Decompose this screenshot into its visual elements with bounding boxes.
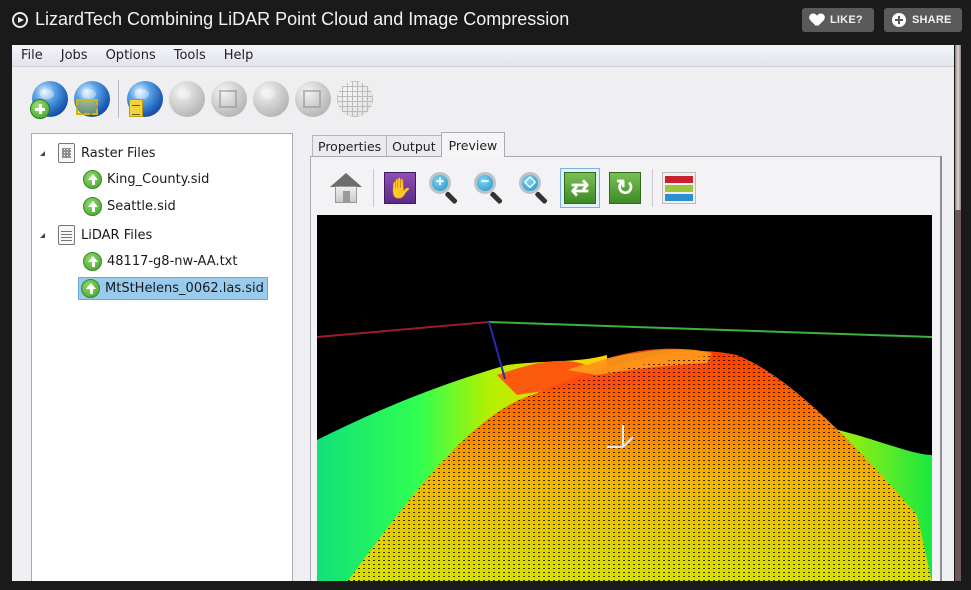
band-red <box>665 175 693 183</box>
tree-item-label: King_County.sid <box>107 172 210 187</box>
rotate-icon: ⇄ <box>564 172 596 204</box>
menu-options[interactable]: Options <box>106 48 156 63</box>
tree-group-label: Raster Files <box>81 145 156 161</box>
split-button[interactable] <box>295 81 331 117</box>
tree-group-label: LiDAR Files <box>81 227 153 243</box>
expand-arrow-icon[interactable] <box>40 232 45 238</box>
menu-tools[interactable]: Tools <box>174 48 206 63</box>
tree-item[interactable]: King_County.sid <box>83 170 209 189</box>
color-bands-icon <box>662 172 696 204</box>
selection-icon <box>76 99 98 115</box>
video-header: LizardTech Combining LiDAR Point Cloud a… <box>0 0 971 40</box>
add-image-button[interactable] <box>30 81 68 119</box>
tree-item-selected[interactable]: MtStHelens_0062.las.sid <box>78 277 268 300</box>
tree-item-label: 48117-g8-nw-AA.txt <box>107 254 238 269</box>
file-tree: Raster Files King_County.sid Seattle.sid… <box>31 133 293 581</box>
point-cloud-viewport[interactable] <box>317 215 932 581</box>
tree-item[interactable]: Seattle.sid <box>83 197 176 216</box>
zoom-fit-icon: ◇ <box>518 171 552 205</box>
color-ramp-button[interactable] <box>659 168 699 208</box>
globe-icon <box>82 89 96 99</box>
toolbar-separator <box>373 169 374 207</box>
like-button[interactable]: LIKE? <box>802 8 874 32</box>
share-label: SHARE <box>912 14 952 26</box>
zoom-out-icon: − <box>473 171 507 205</box>
preview-toolbar: ✋ + − ◇ ⇄ ↻ <box>326 165 704 211</box>
menu-help[interactable]: Help <box>224 48 254 63</box>
band-blue <box>665 193 693 201</box>
upload-icon <box>81 279 100 298</box>
play-circle-icon[interactable] <box>12 12 28 28</box>
tree-item-label: Seattle.sid <box>107 199 176 214</box>
page-scrollbar[interactable] <box>955 45 961 581</box>
tree-item[interactable]: 48117-g8-nw-AA.txt <box>83 252 237 271</box>
application-window: File Jobs Options Tools Help Raster File… <box>12 45 954 581</box>
plus-circle-icon <box>892 13 906 27</box>
point-cloud-render <box>317 321 932 581</box>
home-view-button[interactable] <box>326 168 366 208</box>
tree-group-raster[interactable]: Raster Files <box>40 143 156 163</box>
home-icon <box>329 171 363 205</box>
select-region-button[interactable] <box>74 81 110 117</box>
globe-icon <box>40 89 54 99</box>
zoom-in-icon: + <box>428 171 462 205</box>
video-frame: LizardTech Combining LiDAR Point Cloud a… <box>0 0 971 590</box>
axis-x-line <box>317 321 490 338</box>
add-icon <box>30 99 50 119</box>
toolbar-separator <box>118 80 119 118</box>
reproject-button[interactable] <box>253 81 289 117</box>
globe-noise-icon <box>177 89 191 99</box>
band-green <box>665 184 693 192</box>
hand-icon: ✋ <box>384 172 416 204</box>
upload-icon <box>83 170 102 189</box>
raster-group-icon <box>58 143 75 163</box>
globe-map-icon <box>261 89 275 99</box>
grid-button[interactable] <box>337 81 373 117</box>
mosaic-button[interactable] <box>169 81 205 117</box>
share-button[interactable]: SHARE <box>884 8 962 32</box>
zoom-extent-button[interactable]: ◇ <box>515 168 555 208</box>
tab-preview[interactable]: Preview <box>440 132 506 157</box>
tab-output[interactable]: Output <box>386 135 442 156</box>
lidar-group-icon <box>58 225 75 245</box>
axis-y-line <box>488 321 932 338</box>
tree-group-lidar[interactable]: LiDAR Files <box>40 225 152 245</box>
tab-bar: Properties Output Preview <box>312 132 506 157</box>
main-toolbar <box>30 79 379 119</box>
scrollbar-thumb[interactable] <box>955 45 961 210</box>
menu-bar: File Jobs Options Tools Help <box>12 45 954 67</box>
menu-jobs[interactable]: Jobs <box>61 48 88 63</box>
rotate-button[interactable]: ⇄ <box>560 168 600 208</box>
globe-icon <box>135 89 149 99</box>
expand-arrow-icon[interactable] <box>40 150 45 156</box>
zoom-out-button[interactable]: − <box>470 168 510 208</box>
video-title[interactable]: LizardTech Combining LiDAR Point Cloud a… <box>35 9 569 30</box>
heart-icon <box>810 14 824 26</box>
zoom-in-button[interactable]: + <box>425 168 465 208</box>
crop-button[interactable] <box>211 81 247 117</box>
menu-file[interactable]: File <box>21 48 43 63</box>
document-icon <box>129 99 143 117</box>
split-icon <box>303 90 321 108</box>
toolbar-separator <box>652 169 653 207</box>
video-bottom-edge <box>0 581 971 590</box>
tree-item-label: MtStHelens_0062.las.sid <box>105 281 264 296</box>
image-properties-button[interactable] <box>127 81 163 117</box>
tab-properties[interactable]: Properties <box>312 135 388 156</box>
pan-button[interactable]: ✋ <box>380 168 420 208</box>
refresh-icon: ↻ <box>609 172 641 204</box>
like-label: LIKE? <box>830 14 863 26</box>
upload-icon <box>83 252 102 271</box>
crop-icon <box>219 90 237 108</box>
refresh-button[interactable]: ↻ <box>605 168 645 208</box>
upload-icon <box>83 197 102 216</box>
